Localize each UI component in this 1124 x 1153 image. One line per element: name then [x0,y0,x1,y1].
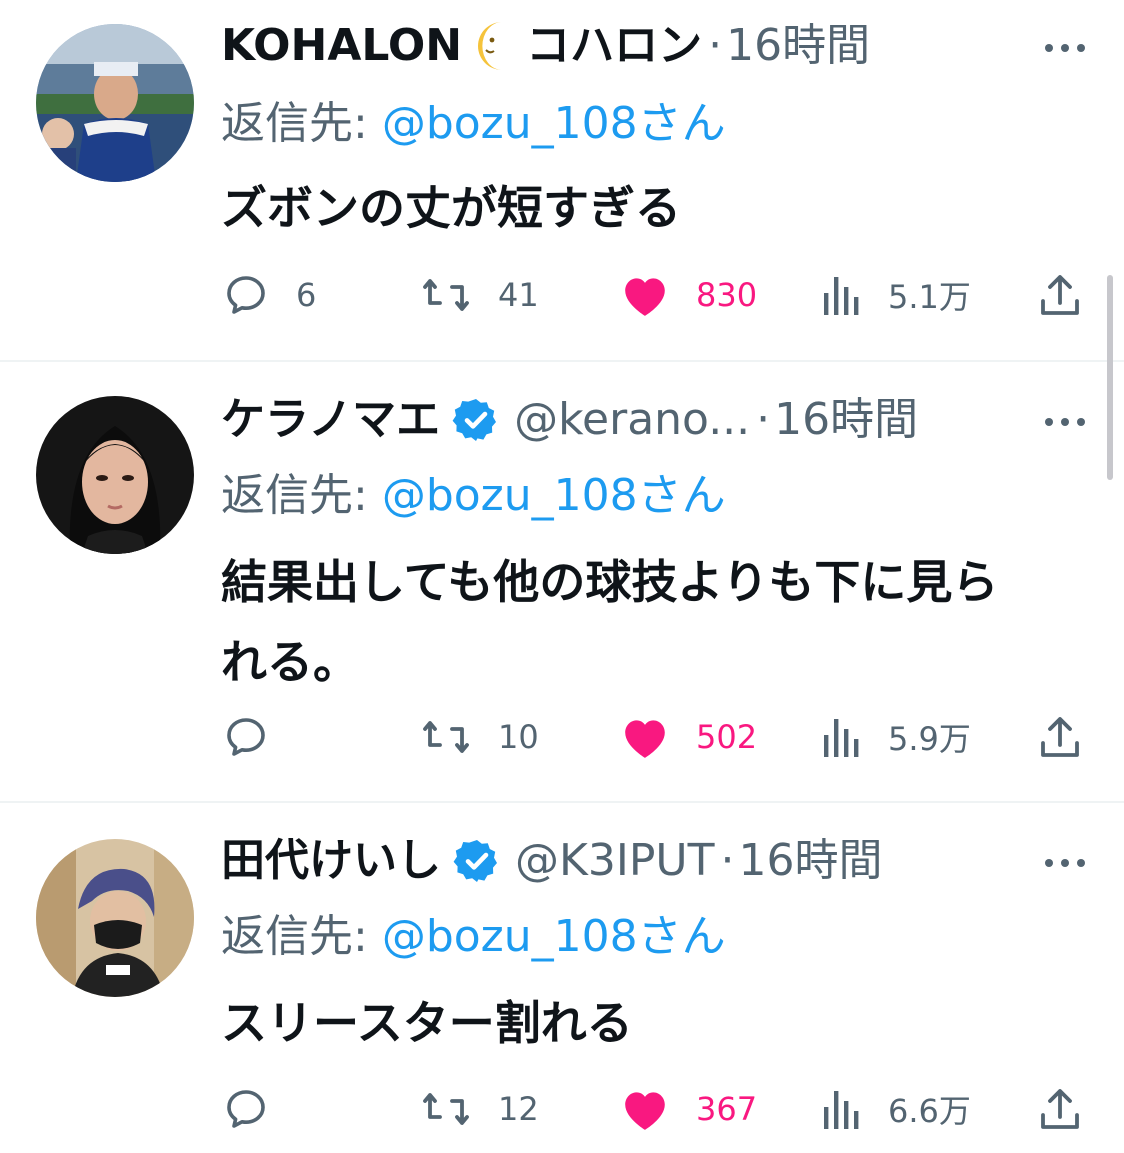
reply-mention-link[interactable]: @bozu_108さん [382,911,726,962]
like-count: 502 [696,718,758,756]
tweet-text: スリースター割れる [221,983,1091,1063]
timestamp[interactable]: 16時間 [774,390,918,450]
retweet-icon [423,1093,469,1125]
action-bar: 6 41 830 5.1万 [0,265,1124,325]
separator-dot: · [720,835,735,886]
bar-chart-icon [824,277,859,315]
display-name[interactable]: KOHALON [221,16,462,76]
display-name[interactable]: ケラノマエ [221,390,440,450]
reply-mention-link[interactable]: @bozu_108さん [382,98,726,149]
like-button[interactable]: 830 [620,265,757,325]
bar-chart-icon [824,719,859,757]
tweet-text: ズボンの丈が短すぎる [221,168,1091,248]
like-button[interactable]: 367 [620,1079,757,1139]
retweet-button[interactable]: 41 [420,265,539,325]
retweet-icon [423,721,469,753]
retweet-icon [423,279,469,311]
reply-count: 6 [296,276,317,314]
reply-icon [227,718,265,756]
views-button[interactable]: 6.6万 [822,1079,971,1139]
reply-label: 返信先: [221,911,382,962]
reply-button[interactable] [222,707,296,767]
tweet-text-line: れる。 [221,635,359,689]
reply-context: 返信先: @bozu_108さん [221,466,726,526]
heart-filled-icon [625,1092,665,1130]
reply-icon [227,276,265,314]
scrollbar[interactable] [1107,275,1113,480]
view-count: 5.1万 [888,278,971,316]
avatar-photo [36,396,194,554]
action-bar: 10 502 5.9万 [0,707,1124,767]
action-bar: 12 367 6.6万 [0,1079,1124,1139]
reply-button[interactable]: 6 [222,265,316,325]
retweet-button[interactable]: 12 [420,1079,539,1139]
avatar[interactable] [36,24,194,182]
separator-dot: · [756,394,771,445]
views-button[interactable]: 5.9万 [822,707,971,767]
display-name[interactable]: 田代けいし [221,831,441,891]
reply-label: 返信先: [221,98,382,149]
reply-button[interactable] [222,1079,296,1139]
heart-filled-icon [625,720,665,758]
timestamp[interactable]: 16時間 [738,831,882,891]
like-count: 367 [696,1090,758,1128]
like-count: 830 [696,276,758,314]
avatar[interactable] [36,839,194,997]
heart-filled-icon [625,278,665,316]
reply-context: 返信先: @bozu_108さん [221,94,726,154]
view-count: 6.6万 [888,1092,971,1130]
share-icon [1041,717,1079,757]
timestamp[interactable]: 16時間 [726,16,870,76]
tweet[interactable]: 田代けいし @K3IPUT · 16時間 返信先: @bozu_108さん スリ… [0,803,1124,1153]
avatar[interactable] [36,396,194,554]
crescent-moon-icon [472,18,520,74]
user-handle[interactable]: @K3IPUT [515,831,714,891]
like-button[interactable]: 502 [620,707,757,767]
avatar-photo [36,24,194,182]
tweet-text-line: 結果出しても他の球技よりも下に見ら [221,555,999,609]
view-count: 5.9万 [888,720,971,758]
tweet-header: KOHALON コハロン · 16時間 [221,16,870,76]
reply-mention-link[interactable]: @bozu_108さん [382,470,726,521]
tweet[interactable]: KOHALON コハロン · 16時間 返信先: @bozu_108さん ズボン… [0,0,1124,360]
user-handle[interactable]: @kerano... [514,390,750,450]
more-options-icon[interactable] [1040,38,1090,58]
reply-context: 返信先: @bozu_108さん [221,907,726,967]
tweet-header: ケラノマエ @kerano... · 16時間 [221,390,918,450]
share-button[interactable] [1038,707,1082,767]
tweet[interactable]: ケラノマエ @kerano... · 16時間 返信先: @bozu_108さん… [0,362,1124,802]
share-icon [1041,275,1079,315]
share-icon [1041,1089,1079,1129]
more-options-icon[interactable] [1040,412,1090,432]
verified-badge-icon [453,837,501,885]
avatar-photo [36,839,194,997]
tweet-text: 結果出しても他の球技よりも下に見ら れる。 [221,542,1091,702]
reply-label: 返信先: [221,470,382,521]
tweet-text-line: スリースター割れる [221,996,633,1050]
share-button[interactable] [1038,265,1082,325]
retweet-button[interactable]: 10 [420,707,539,767]
verified-badge-icon [452,396,500,444]
views-button[interactable]: 5.1万 [822,265,971,325]
retweet-count: 10 [498,718,539,756]
retweet-count: 41 [498,276,539,314]
more-options-icon[interactable] [1040,853,1090,873]
display-name-suffix[interactable]: コハロン [526,16,702,76]
bar-chart-icon [824,1091,859,1129]
retweet-count: 12 [498,1090,539,1128]
tweet-header: 田代けいし @K3IPUT · 16時間 [221,831,882,891]
share-button[interactable] [1038,1079,1082,1139]
tweet-text-line: ズボンの丈が短すぎる [221,181,681,235]
reply-icon [227,1090,265,1128]
separator-dot: · [708,20,723,71]
